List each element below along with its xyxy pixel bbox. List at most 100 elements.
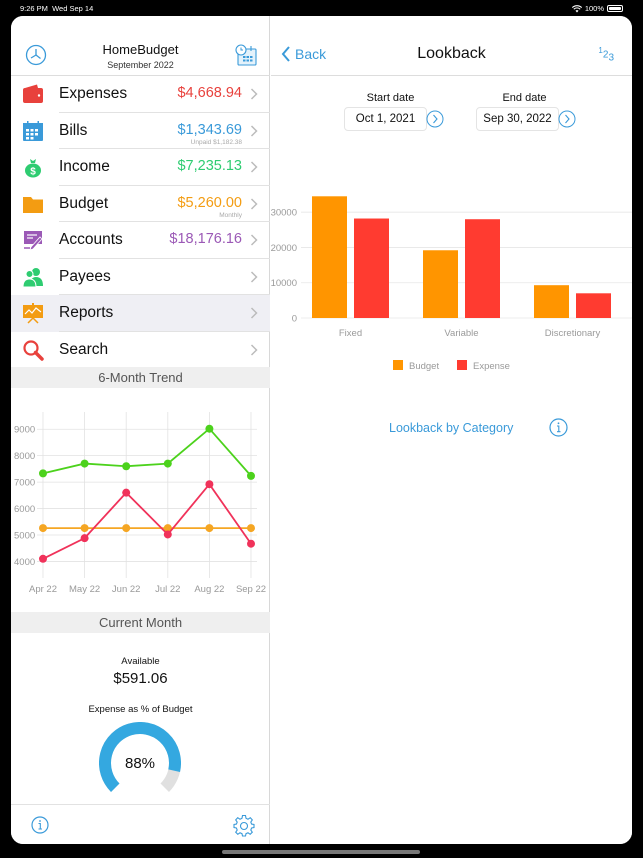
y-tick-label: 0 [292, 314, 297, 325]
current-month: September 2022 [107, 60, 174, 70]
end-date-label: End date [502, 92, 547, 104]
money-bag-icon: $ [25, 159, 41, 178]
sidebar-item-label: Bills [59, 121, 88, 139]
status-time: 9:26 PM Wed Sep 14 [20, 4, 94, 13]
detail-header: Back Lookback 123 [271, 16, 632, 76]
y-tick-label: 9000 [14, 425, 35, 436]
sidebar-item-label: Payees [59, 267, 111, 285]
sidebar-item-bills[interactable]: Bills $1,343.69 Unpaid $1,182.38 [11, 113, 270, 149]
folder-icon [23, 196, 43, 213]
start-date-chevron-icon[interactable] [426, 110, 444, 128]
bar-variable-budget [423, 250, 458, 318]
battery-icon [607, 5, 623, 12]
legend-swatch-budget [393, 360, 403, 370]
sidebar-menu: Expenses $4,668.94 Bills $1,343.69 Unpaid $1… [11, 76, 270, 368]
presentation-chart-icon [23, 303, 43, 324]
detail-pane: Back Lookback 123 Start date Oct 1, 2021… [271, 16, 632, 844]
chevron-right-icon [250, 270, 258, 283]
chevron-right-icon [250, 88, 258, 100]
x-tick-label: Sep 22 [236, 584, 266, 595]
bar-variable-expense [465, 219, 500, 318]
magnifier-icon [23, 339, 44, 361]
sidebar-item-subtext: Unpaid $1,182.38 [190, 138, 242, 146]
available-value: $591.06 [113, 670, 168, 687]
start-date-label: Start date [366, 92, 415, 104]
y-tick-label: 7000 [14, 478, 35, 489]
sidebar-item-value: $1,343.69 [177, 121, 242, 138]
sidebar-item-reports[interactable]: Reports [11, 295, 270, 332]
sidebar-item-budget[interactable]: Budget $5,260.00 Monthly [11, 186, 270, 222]
sidebar-item-payees[interactable]: Payees [11, 259, 270, 295]
end-date-chevron-icon[interactable] [558, 110, 576, 128]
sidebar-item-value: $18,176.16 [169, 231, 242, 247]
y-tick-label: 5000 [14, 530, 35, 541]
status-bar: 9:26 PM Wed Sep 14 100% [0, 0, 643, 16]
y-tick-label: 20000 [271, 243, 297, 254]
sidebar-item-label: Accounts [59, 231, 123, 248]
start-date-field[interactable]: Oct 1, 2021 [344, 107, 427, 131]
data-point-income [80, 459, 89, 468]
data-point-expense [247, 539, 255, 548]
y-tick-label: 30000 [271, 208, 297, 219]
number-format-button[interactable]: 123 [598, 46, 614, 63]
chevron-right-icon [250, 124, 258, 137]
sidebar-item-expenses[interactable]: Expenses $4,668.94 [11, 76, 270, 113]
chevron-right-icon [250, 307, 258, 319]
y-tick-label: 6000 [14, 504, 35, 515]
chevron-right-icon [250, 343, 258, 356]
legend-swatch-expense [457, 360, 467, 370]
sidebar-item-label: Expenses [59, 85, 128, 102]
svg-text:$: $ [30, 167, 36, 178]
series-line-expense [42, 482, 252, 560]
sidebar-item-income[interactable]: $ Income $7,235.13 [11, 149, 270, 186]
sidebar-item-accounts[interactable]: Accounts $18,176.16 [11, 222, 270, 259]
data-point-expense [205, 480, 214, 489]
wallet-icon [23, 84, 43, 103]
x-tick-label: Discretionary [545, 328, 601, 339]
x-tick-label: Jun 22 [112, 584, 141, 595]
data-point-budget [122, 524, 131, 533]
legend-label: Budget [409, 361, 439, 372]
settings-gear-icon[interactable] [233, 815, 255, 837]
end-date-field[interactable]: Sep 30, 2022 [476, 107, 559, 131]
series-line-income [42, 427, 252, 477]
data-point-expense [122, 488, 131, 497]
x-tick-label: Fixed [339, 328, 362, 339]
sidebar-item-search[interactable]: Search [11, 332, 270, 369]
calendar-clock-icon[interactable] [234, 43, 258, 67]
bar-fixed-budget [312, 196, 347, 318]
data-point-income [39, 469, 47, 478]
data-point-expense [80, 534, 89, 543]
available-label: Available [121, 656, 160, 667]
x-tick-label: May 22 [69, 584, 100, 595]
chevron-right-icon [250, 197, 258, 210]
trend-line-chart: 4000 5000 6000 7000 8000 9000 Apr 22 May 22 Jun … [14, 412, 266, 595]
data-point-expense [163, 530, 172, 539]
expense-pct-value: 88% [124, 755, 156, 772]
sidebar: HomeBudget September 2022 Expenses $4,668… [11, 16, 270, 844]
lookback-by-category-link[interactable]: Lookback by Category [389, 421, 513, 435]
chevron-right-icon [250, 161, 258, 173]
sidebar-header: HomeBudget September 2022 [11, 16, 270, 76]
sidebar-item-label: Budget [59, 194, 109, 212]
expense-pct-label: Expense as % of Budget [88, 704, 193, 715]
chevron-right-icon [250, 234, 258, 246]
legend-label: Expense [473, 361, 510, 372]
bar-discretionary-expense [576, 293, 611, 318]
sidebar-item-value: $7,235.13 [177, 158, 242, 174]
sidebar-item-value: $4,668.94 [177, 85, 242, 101]
data-point-income [163, 459, 172, 468]
accounts-icon [24, 231, 43, 251]
info-icon[interactable] [31, 816, 49, 834]
sidebar-item-subtext: Monthly [219, 211, 242, 219]
sidebar-item-value: $5,260.00 [177, 194, 242, 211]
sidebar-item-label: Reports [59, 304, 114, 321]
wifi-icon [571, 4, 582, 12]
info-icon[interactable] [549, 418, 568, 437]
x-tick-label: Aug 22 [194, 584, 224, 595]
x-tick-label: Apr 22 [29, 584, 57, 595]
home-indicator[interactable] [222, 850, 420, 854]
sidebar-item-label: Search [59, 340, 109, 358]
data-point-budget [205, 524, 214, 533]
app-title: HomeBudget [102, 42, 179, 57]
